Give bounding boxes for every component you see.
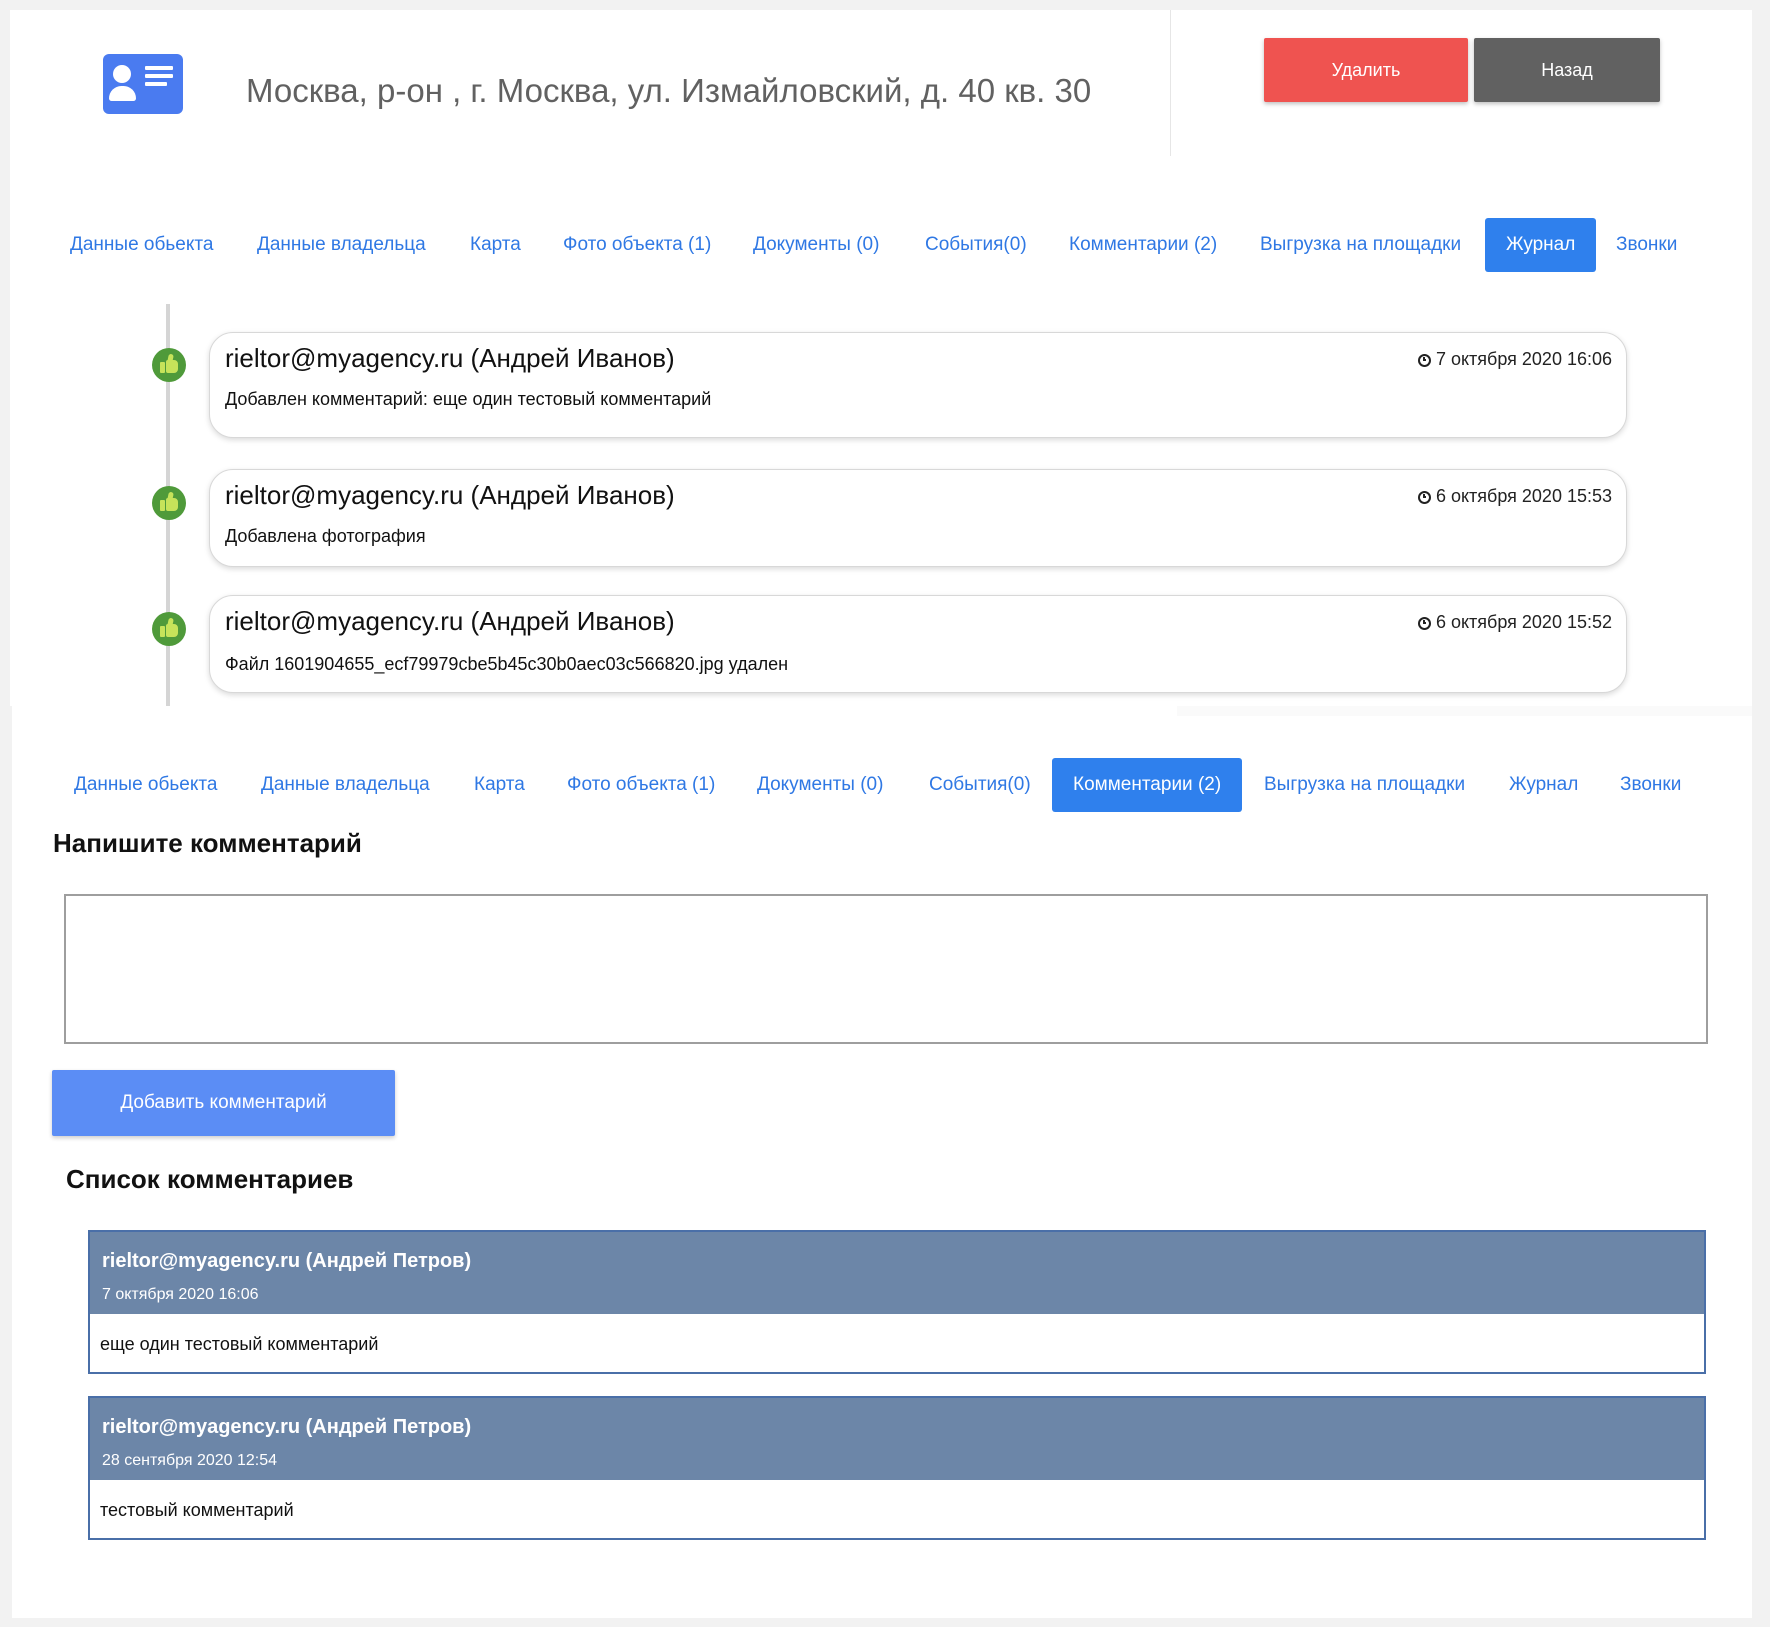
back-button[interactable]: Назад	[1474, 38, 1660, 102]
entry-author: rieltor@myagency.ru (Андрей Иванов)	[225, 480, 675, 510]
comments-panel: Данные обьекта Данные владельца Карта Фо…	[12, 706, 1752, 1618]
comment-author: rieltor@myagency.ru (Андрей Петров)	[102, 1250, 472, 1272]
comment-card: rieltor@myagency.ru (Андрей Петров) 7 ок…	[88, 1230, 1706, 1374]
tab-events[interactable]: События(0)	[929, 758, 1031, 812]
contact-card-icon	[103, 54, 183, 114]
thumbs-up-icon	[152, 612, 186, 646]
entry-message: Добавлена фотография	[225, 526, 426, 546]
header-divider	[1170, 10, 1171, 156]
tab-calls[interactable]: Звонки	[1620, 758, 1681, 812]
thumbs-up-icon	[152, 348, 186, 382]
tab-comments[interactable]: Комментарии (2)	[1052, 758, 1243, 812]
comment-text: тестовый комментарий	[100, 1500, 294, 1520]
tab-map[interactable]: Карта	[474, 758, 525, 812]
delete-button[interactable]: Удалить	[1264, 38, 1468, 102]
comment-header: rieltor@myagency.ru (Андрей Петров) 7 ок…	[90, 1232, 1704, 1314]
panel-shade	[1177, 706, 1752, 716]
tab-calls[interactable]: Звонки	[1616, 218, 1677, 272]
comment-list-heading: Список комментариев	[66, 1164, 354, 1194]
entry-time: 7 октября 2020 16:06	[1417, 349, 1612, 370]
tab-photos[interactable]: Фото объекта (1)	[567, 758, 715, 812]
tab-bar: Данные обьекта Данные владельца Карта Фо…	[12, 758, 1752, 812]
tab-documents[interactable]: Документы (0)	[757, 758, 883, 812]
journal-entry: rieltor@myagency.ru (Андрей Иванов) 6 ок…	[209, 469, 1627, 567]
comment-date: 28 сентября 2020 12:54	[102, 1452, 278, 1469]
object-address: Москва, р-он , г. Москва, ул. Измайловск…	[246, 72, 1092, 109]
entry-author: rieltor@myagency.ru (Андрей Иванов)	[225, 343, 675, 373]
entry-time: 6 октября 2020 15:52	[1417, 612, 1612, 633]
write-comment-heading: Напишите комментарий	[53, 828, 362, 858]
tab-export[interactable]: Выгрузка на площадки	[1260, 218, 1461, 272]
tab-owner-data[interactable]: Данные владельца	[261, 758, 430, 812]
tab-photos[interactable]: Фото объекта (1)	[563, 218, 711, 272]
entry-message: Файл 1601904655_ecf79979cbe5b45c30b0aec0…	[225, 654, 789, 674]
tab-owner-data[interactable]: Данные владельца	[257, 218, 426, 272]
comment-text: еще один тестовый комментарий	[100, 1334, 379, 1354]
thumbs-up-icon	[152, 486, 186, 520]
clock-icon	[1417, 617, 1431, 630]
tab-export[interactable]: Выгрузка на площадки	[1264, 758, 1465, 812]
tab-journal[interactable]: Журнал	[1485, 218, 1597, 272]
tab-events[interactable]: События(0)	[925, 218, 1027, 272]
journal-panel: Данные обьекта Данные владельца Карта Фо…	[10, 156, 1752, 706]
tab-documents[interactable]: Документы (0)	[753, 218, 879, 272]
object-header: Москва, р-он , г. Москва, ул. Измайловск…	[10, 10, 1752, 157]
clock-icon	[1417, 354, 1431, 367]
tab-comments[interactable]: Комментарии (2)	[1069, 218, 1217, 272]
tab-object-data[interactable]: Данные обьекта	[70, 218, 213, 272]
tab-journal[interactable]: Журнал	[1509, 758, 1578, 812]
comment-input[interactable]	[64, 894, 1708, 1044]
tab-object-data[interactable]: Данные обьекта	[74, 758, 217, 812]
entry-time: 6 октября 2020 15:53	[1417, 486, 1612, 507]
clock-icon	[1417, 491, 1431, 504]
journal-entry: rieltor@myagency.ru (Андрей Иванов) 7 ок…	[209, 332, 1627, 438]
add-comment-button[interactable]: Добавить комментарий	[52, 1070, 395, 1136]
entry-message: Добавлен комментарий: еще один тестовый …	[225, 389, 712, 409]
tab-bar: Данные обьекта Данные владельца Карта Фо…	[10, 218, 1752, 272]
comment-date: 7 октября 2020 16:06	[102, 1286, 259, 1303]
tab-map[interactable]: Карта	[470, 218, 521, 272]
comment-card: rieltor@myagency.ru (Андрей Петров) 28 с…	[88, 1396, 1706, 1540]
journal-entry: rieltor@myagency.ru (Андрей Иванов) 6 ок…	[209, 595, 1627, 693]
entry-author: rieltor@myagency.ru (Андрей Иванов)	[225, 606, 675, 636]
comment-header: rieltor@myagency.ru (Андрей Петров) 28 с…	[90, 1398, 1704, 1480]
comment-author: rieltor@myagency.ru (Андрей Петров)	[102, 1416, 472, 1438]
